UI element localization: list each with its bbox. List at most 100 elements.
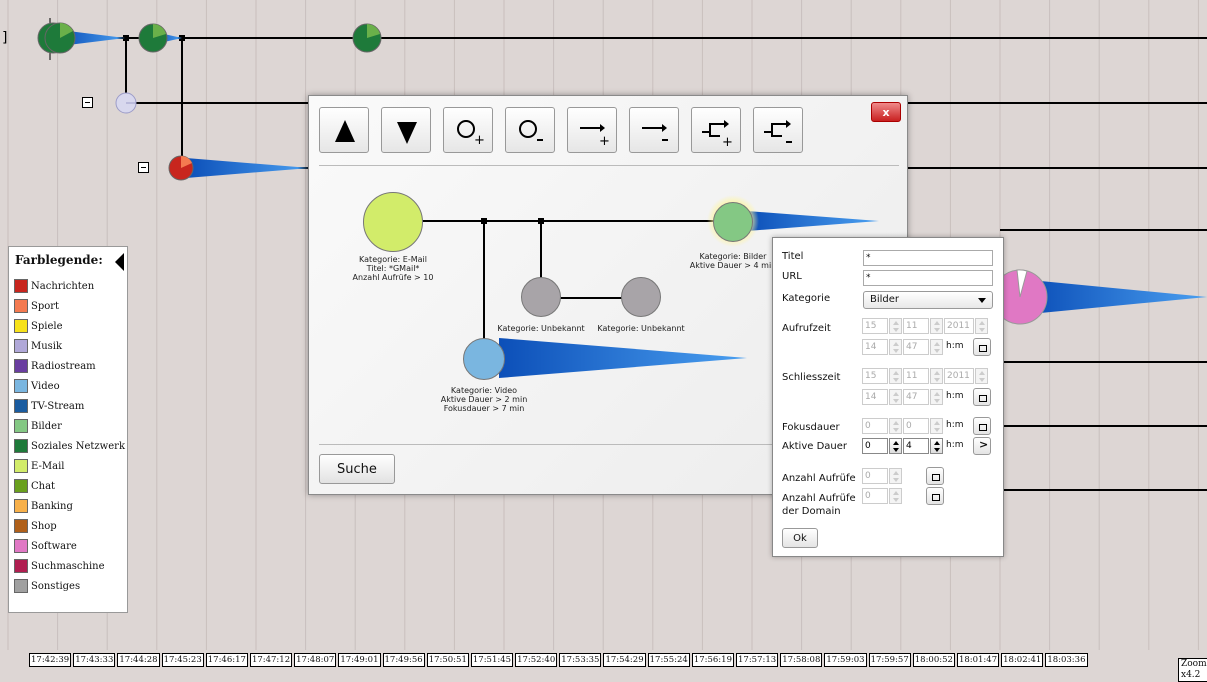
aufruf-day-input[interactable]: 15 [862, 318, 888, 334]
legend-swatch [14, 359, 28, 373]
node-label-line: Kategorie: Video [450, 386, 518, 395]
time-tick: 17:49:56 [382, 653, 425, 667]
titel-input[interactable]: * [863, 250, 993, 266]
time-tick: 17:45:23 [161, 653, 204, 667]
fokus-enable-toggle[interactable] [973, 417, 991, 435]
schliess-year-stepper[interactable] [975, 368, 988, 384]
anzahl-domain-input[interactable]: 0 [862, 488, 888, 504]
schliess-minute-stepper[interactable] [930, 389, 943, 405]
move-down-icon [397, 122, 417, 144]
aktive-minutes-stepper[interactable] [930, 438, 943, 454]
collapse-toggle[interactable] [138, 162, 149, 173]
schliess-minute-input[interactable]: 47 [903, 389, 929, 405]
ok-button[interactable]: Ok [782, 528, 818, 548]
aufruf-year-stepper[interactable] [975, 318, 988, 334]
aufruf-hour-input[interactable]: 14 [862, 339, 888, 355]
unknown-node-1[interactable] [521, 277, 561, 317]
unknown-node-1-label: Kategorie: Unbekannt [497, 324, 584, 333]
schliess-hour-stepper[interactable] [889, 389, 902, 405]
video-node[interactable] [463, 338, 505, 380]
unknown-node-2[interactable] [621, 277, 661, 317]
aufruf-day-stepper[interactable] [889, 318, 902, 334]
schliess-month-input[interactable]: 11 [903, 368, 929, 384]
search-button[interactable]: Suche [319, 454, 395, 484]
legend-item: Sonstiges [14, 576, 125, 596]
kategorie-select[interactable]: Bilder [863, 291, 993, 309]
legend-item: Nachrichten [14, 276, 125, 296]
add-node-button[interactable]: + [443, 107, 493, 153]
collapse-toggle[interactable] [82, 97, 93, 108]
remove-edge-icon [642, 124, 668, 141]
collapse-legend-icon[interactable] [115, 253, 124, 271]
legend-item: Suchmaschine [14, 556, 125, 576]
legend-label: Nachrichten [31, 280, 95, 292]
legend-swatch [14, 339, 28, 353]
time-tick: 18:00:52 [912, 653, 955, 667]
add-branch-button[interactable]: + [691, 107, 741, 153]
anzahl-domain-enable-toggle[interactable] [926, 487, 944, 505]
schliesszeit-label: Schliesszeit [782, 372, 841, 383]
anzahl-domain-stepper[interactable] [889, 488, 902, 504]
aufruf-month-stepper[interactable] [930, 318, 943, 334]
anzahl-input[interactable]: 0 [862, 468, 888, 484]
legend-swatch [14, 539, 28, 553]
legend-swatch [14, 459, 28, 473]
node-label-line: Aktive Dauer > 4 min [689, 261, 777, 270]
email-node[interactable] [363, 192, 423, 252]
move-up-icon [335, 120, 355, 142]
move-down-button[interactable] [381, 107, 431, 153]
time-tick: 17:42:39 [29, 653, 72, 667]
aktive-minutes-input[interactable]: 4 [903, 438, 929, 454]
time-tick: 17:57:13 [736, 653, 779, 667]
time-tick: 17:59:03 [824, 653, 867, 667]
legend-label: Spiele [31, 320, 63, 332]
time-tick: 18:01:47 [956, 653, 1000, 667]
schliess-unit: h:m [946, 391, 964, 401]
add-edge-button[interactable]: + [567, 107, 617, 153]
aktive-hours-stepper[interactable] [889, 438, 902, 454]
fokus-hours-input[interactable]: 0 [862, 418, 888, 434]
move-up-button[interactable] [319, 107, 369, 153]
schliess-enable-toggle[interactable] [973, 388, 991, 406]
node-label-line: Titel: *GMail* [366, 264, 420, 273]
aufruf-year-input[interactable]: 2011 [944, 318, 974, 334]
aufruf-month-input[interactable]: 11 [903, 318, 929, 334]
fokus-hours-stepper[interactable] [889, 418, 902, 434]
legend-swatch [14, 279, 28, 293]
fokus-minutes-stepper[interactable] [930, 418, 943, 434]
node-label-line: Kategorie: E-Mail [359, 255, 427, 264]
schliess-day-input[interactable]: 15 [862, 368, 888, 384]
aktive-hours-input[interactable]: 0 [862, 438, 888, 454]
legend-label: Video [31, 380, 60, 392]
remove-node-button[interactable] [505, 107, 555, 153]
bilder-node[interactable] [713, 202, 753, 242]
time-tick: 17:46:17 [205, 653, 248, 667]
fokus-minutes-input[interactable]: 0 [903, 418, 929, 434]
remove-edge-button[interactable] [629, 107, 679, 153]
aktive-operator-button[interactable] [973, 437, 991, 455]
anzahl-stepper[interactable] [889, 468, 902, 484]
url-input[interactable]: * [863, 270, 993, 286]
schliess-year-input[interactable]: 2011 [944, 368, 974, 384]
legend-swatch [14, 379, 28, 393]
aufruf-minute-stepper[interactable] [930, 339, 943, 355]
close-button[interactable]: x [871, 102, 901, 122]
schliess-day-stepper[interactable] [889, 368, 902, 384]
legend-swatch [14, 499, 28, 513]
node-label-line: Aktive Dauer > 2 min [440, 395, 528, 404]
unknown-node-2-label: Kategorie: Unbekannt [597, 324, 684, 333]
remove-node-icon [519, 120, 543, 141]
legend-label: E-Mail [31, 460, 65, 472]
anzahl-enable-toggle[interactable] [926, 467, 944, 485]
node-label-line: Kategorie: Unbekannt [597, 324, 685, 333]
legend-item: Video [14, 376, 125, 396]
legend-item: TV-Stream [14, 396, 125, 416]
remove-branch-button[interactable] [753, 107, 803, 153]
aufruf-hour-stepper[interactable] [889, 339, 902, 355]
aufruf-minute-input[interactable]: 47 [903, 339, 929, 355]
aufruf-enable-toggle[interactable] [973, 338, 991, 356]
schliess-hour-input[interactable]: 14 [862, 389, 888, 405]
aktive-dauer-label: Aktive Dauer [782, 441, 848, 452]
schliess-month-stepper[interactable] [930, 368, 943, 384]
time-tick: 17:59:57 [868, 653, 911, 667]
